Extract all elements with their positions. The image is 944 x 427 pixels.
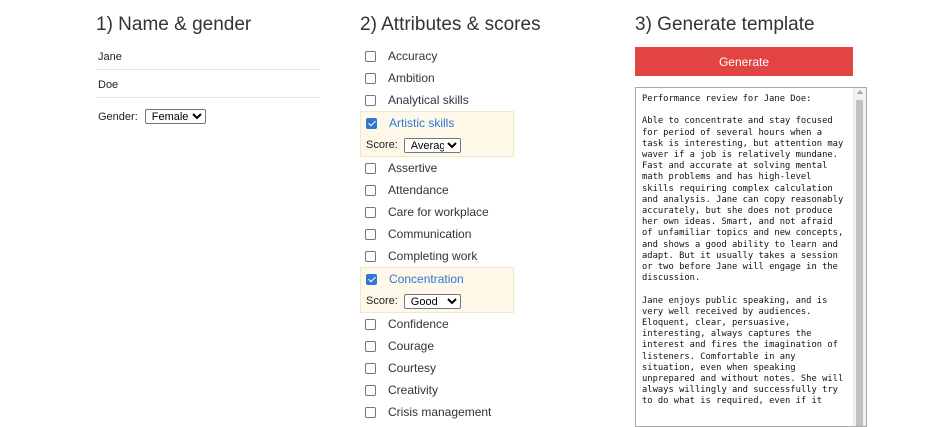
attribute-checkbox[interactable] [365,72,376,84]
attribute-label: Creativity [388,383,439,397]
attribute-item: Creativity [360,379,520,401]
first-name-input[interactable] [96,44,320,70]
attribute-item: Concentration Score: AverageGood [360,267,514,313]
attribute-checkbox[interactable] [365,340,376,352]
attribute-row[interactable]: Confidence [360,313,520,335]
attribute-label: Attendance [388,183,449,197]
attribute-row[interactable]: Assertive [360,157,520,179]
attribute-row[interactable]: Courtesy [360,357,520,379]
attribute-row[interactable]: Artistic skills [361,112,513,134]
score-row: Score: AverageGood [361,290,513,312]
attribute-label: Courtesy [388,361,437,375]
attribute-checkbox[interactable] [365,384,376,396]
attribute-item: Analytical skills [360,89,520,111]
attribute-row[interactable]: Courage [360,335,520,357]
attribute-checkbox[interactable] [365,228,376,240]
attribute-label: Accuracy [388,49,438,63]
attribute-row[interactable]: Accuracy [360,45,520,67]
attribute-item: Confidence [360,313,520,335]
attribute-item: Accuracy [360,45,520,67]
score-select[interactable]: AverageGood [403,137,461,153]
scroll-up-icon[interactable] [857,90,863,94]
section-title-attributes: 2) Attributes & scores [360,14,541,35]
attribute-item: Completing work [360,245,520,267]
output-scrollbar[interactable] [853,88,866,426]
score-select[interactable]: AverageGood [403,293,461,309]
score-label: Score: [366,295,398,307]
attribute-list: Accuracy Ambition Analytical skills Artisti… [360,45,520,423]
section-title-generate: 3) Generate template [635,14,815,35]
attribute-checkbox[interactable] [366,273,377,285]
attribute-item: Crisis management [360,401,520,423]
attribute-row[interactable]: Attendance [360,179,520,201]
attribute-row[interactable]: Creativity [360,379,520,401]
attribute-label: Analytical skills [388,93,469,107]
attribute-item: Care for workplace [360,201,520,223]
attribute-row[interactable]: Analytical skills [360,89,520,111]
attribute-row[interactable]: Crisis management [360,401,520,423]
attribute-row[interactable]: Care for workplace [360,201,520,223]
generate-button[interactable]: Generate [635,47,853,76]
attribute-checkbox[interactable] [365,50,376,62]
attribute-label: Completing work [388,249,478,263]
attribute-item: Courtesy [360,357,520,379]
section-title-name: 1) Name & gender [96,14,252,35]
attribute-checkbox[interactable] [365,362,376,374]
attribute-label: Assertive [388,161,438,175]
attribute-checkbox[interactable] [365,406,376,418]
scroll-thumb[interactable] [856,100,863,426]
score-row: Score: AverageGood [361,134,513,156]
attribute-row[interactable]: Concentration [361,268,513,290]
gender-row: Gender: FemaleMale [98,109,206,124]
attribute-label: Care for workplace [388,205,489,219]
attribute-label: Confidence [388,317,449,331]
attribute-row[interactable]: Communication [360,223,520,245]
attribute-checkbox[interactable] [366,117,377,129]
attribute-label: Concentration [389,272,464,286]
attribute-checkbox[interactable] [365,318,376,330]
attribute-checkbox[interactable] [365,94,376,106]
score-label: Score: [366,139,398,151]
gender-label: Gender: [98,110,138,123]
attribute-label: Ambition [388,71,435,85]
attribute-item: Ambition [360,67,520,89]
attribute-item: Attendance [360,179,520,201]
attribute-label: Communication [388,227,472,241]
attribute-item: Assertive [360,157,520,179]
attribute-row[interactable]: Completing work [360,245,520,267]
attribute-label: Artistic skills [389,116,455,130]
attribute-item: Courage [360,335,520,357]
attribute-checkbox[interactable] [365,184,376,196]
gender-select[interactable]: FemaleMale [144,109,206,124]
attribute-checkbox[interactable] [365,162,376,174]
attribute-checkbox[interactable] [365,206,376,218]
attribute-item: Communication [360,223,520,245]
attribute-checkbox[interactable] [365,250,376,262]
attribute-label: Courage [388,339,435,353]
attribute-item: Artistic skills Score: AverageGood [360,111,514,157]
output-textarea[interactable]: Performance review for Jane Doe: Able to… [635,87,867,427]
output-text: Performance review for Jane Doe: Able to… [642,94,844,407]
attribute-row[interactable]: Ambition [360,67,520,89]
last-name-input[interactable] [96,72,320,98]
